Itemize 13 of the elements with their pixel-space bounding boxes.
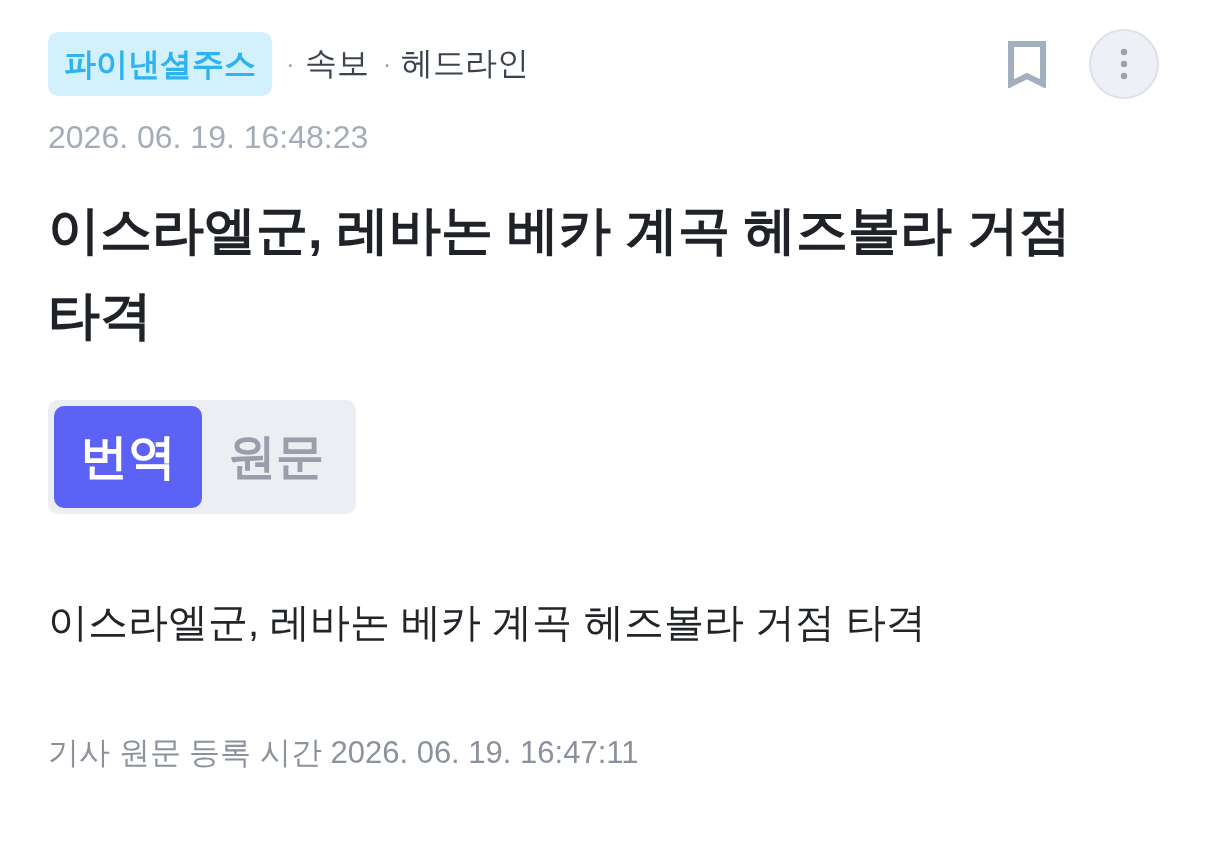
view-tab[interactable]: 원문 — [202, 406, 350, 508]
published-time: 2026. 06. 19. 16:48:23 — [48, 118, 370, 157]
separator-dot: · — [286, 48, 295, 80]
source-badge[interactable]: 파이낸셜주스 — [48, 32, 272, 96]
category-label: 속보 — [304, 44, 369, 83]
separator-dot: · — [382, 48, 392, 80]
more-icon — [1120, 48, 1128, 80]
original-registered-time: 기사 원문 등록 시간 2026. 06. 19. 16:47:11 — [48, 734, 640, 772]
category-label: 헤드라인 — [401, 44, 530, 83]
view-tab[interactable]: 번역 — [54, 406, 202, 508]
bookmark-icon[interactable] — [1007, 40, 1047, 88]
article-title: 이스라엘군, 레바논 베카 계곡 헤즈볼라 거점 타격 — [48, 200, 1072, 346]
article-body: 이스라엘군, 레바논 베카 계곡 헤즈볼라 거점 타격 — [48, 599, 927, 646]
